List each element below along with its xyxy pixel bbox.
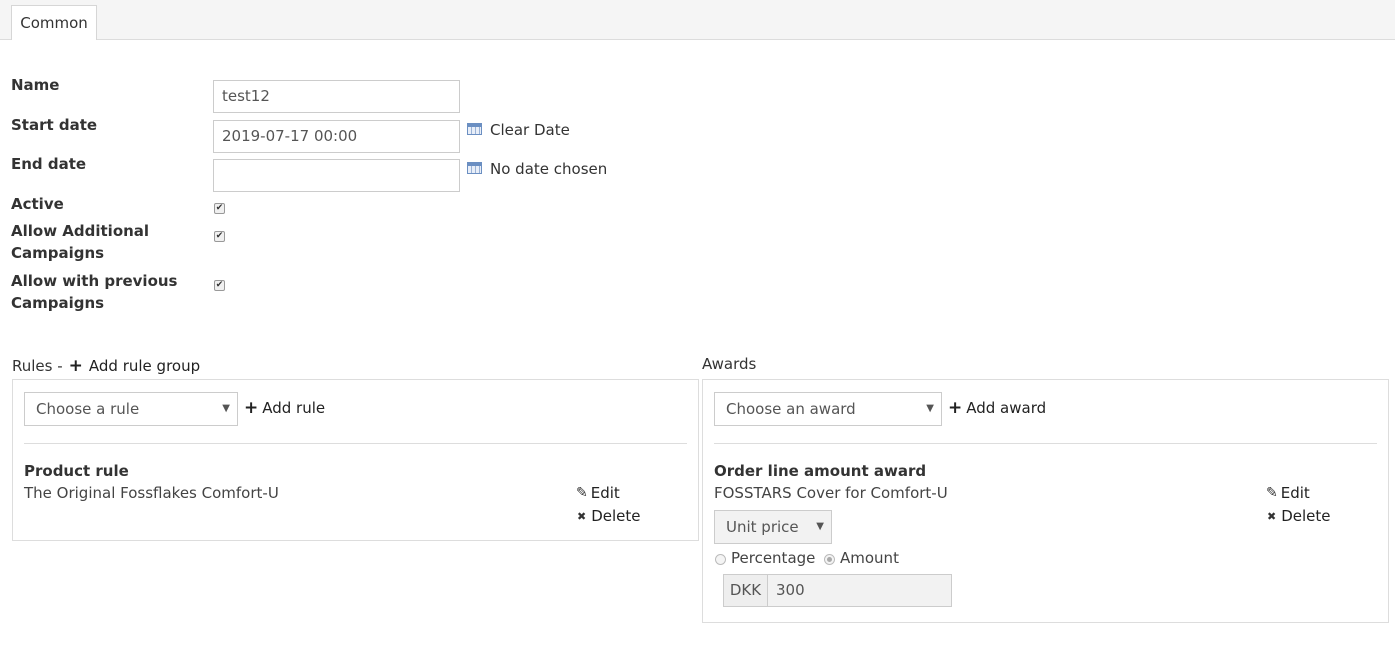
- award-edit-button[interactable]: ✎ Edit: [1266, 484, 1310, 502]
- start-date-label: Start date: [11, 116, 98, 134]
- award-edit-label: Edit: [1280, 484, 1310, 502]
- pencil-icon: ✎: [576, 485, 588, 501]
- rule-delete-label: Delete: [591, 507, 641, 525]
- choose-rule-value: Choose a rule: [36, 400, 140, 418]
- divider: [714, 443, 1377, 444]
- award-item-title: Order line amount award: [714, 462, 927, 480]
- close-icon: ✖: [577, 509, 587, 523]
- allow-additional-label-line2: Campaigns: [11, 244, 105, 262]
- name-label: Name: [11, 76, 60, 94]
- end-date-label: End date: [11, 155, 87, 173]
- add-rule-label: Add rule: [262, 399, 326, 417]
- plus-icon[interactable]: +: [69, 356, 83, 376]
- calendar-icon[interactable]: [467, 123, 482, 135]
- amount-input[interactable]: 300: [767, 574, 952, 607]
- awards-title: Awards: [702, 355, 757, 373]
- currency-addon: DKK: [723, 574, 768, 607]
- active-label: Active: [11, 195, 64, 213]
- awards-panel: Choose an award ▼ + Add award Order line…: [702, 379, 1389, 623]
- plus-icon: +: [244, 398, 259, 418]
- rules-header: Rules - + Add rule group: [12, 355, 200, 377]
- rule-edit-button[interactable]: ✎ Edit: [576, 484, 620, 502]
- percentage-radio-label[interactable]: Percentage: [731, 549, 815, 567]
- name-input[interactable]: test12: [213, 80, 460, 113]
- rule-item-title: Product rule: [24, 462, 129, 480]
- allow-previous-label-line1: Allow with previous: [11, 272, 178, 290]
- rules-title: Rules -: [12, 357, 63, 375]
- percentage-radio[interactable]: [715, 554, 726, 565]
- choose-award-value: Choose an award: [726, 400, 856, 418]
- allow-previous-checkbox[interactable]: ✔: [214, 280, 225, 291]
- choose-award-select[interactable]: Choose an award ▼: [714, 392, 942, 426]
- rule-delete-button[interactable]: ✖ Delete: [577, 507, 641, 525]
- calendar-icon[interactable]: [467, 162, 482, 174]
- caret-down-icon: ▼: [222, 403, 230, 414]
- amount-radio-label[interactable]: Amount: [840, 549, 899, 567]
- amount-radio[interactable]: [824, 554, 835, 565]
- rules-panel: Choose a rule ▼ + Add rule Product rule …: [12, 379, 699, 541]
- close-icon: ✖: [1267, 509, 1277, 523]
- allow-additional-label-line1: Allow Additional: [11, 222, 150, 240]
- award-delete-label: Delete: [1281, 507, 1331, 525]
- add-award-button[interactable]: + Add award: [948, 398, 1046, 418]
- allow-previous-label-line2: Campaigns: [11, 294, 105, 312]
- rule-item-subtitle: The Original Fossflakes Comfort-U: [24, 484, 279, 502]
- no-date-chosen-text: No date chosen: [490, 160, 608, 178]
- clear-date-link[interactable]: Clear Date: [490, 121, 570, 139]
- caret-down-icon: ▼: [816, 521, 824, 532]
- tab-common[interactable]: Common: [11, 5, 97, 40]
- choose-rule-select[interactable]: Choose a rule ▼: [24, 392, 238, 426]
- add-rule-button[interactable]: + Add rule: [244, 398, 325, 418]
- caret-down-icon: ▼: [926, 403, 934, 414]
- rule-edit-label: Edit: [590, 484, 620, 502]
- price-type-select[interactable]: Unit price ▼: [714, 510, 832, 544]
- end-date-input[interactable]: [213, 159, 460, 192]
- allow-additional-checkbox[interactable]: ✔: [214, 231, 225, 242]
- pencil-icon: ✎: [1266, 485, 1278, 501]
- award-item-subtitle: FOSSTARS Cover for Comfort-U: [714, 484, 948, 502]
- award-delete-button[interactable]: ✖ Delete: [1267, 507, 1331, 525]
- plus-icon: +: [948, 398, 963, 418]
- active-checkbox[interactable]: ✔: [214, 203, 225, 214]
- add-rule-group-link[interactable]: Add rule group: [89, 357, 200, 375]
- divider: [24, 443, 687, 444]
- add-award-label: Add award: [966, 399, 1047, 417]
- start-date-input[interactable]: 2019-07-17 00:00: [213, 120, 460, 153]
- tab-bar: [0, 0, 1395, 40]
- price-type-value: Unit price: [726, 518, 799, 536]
